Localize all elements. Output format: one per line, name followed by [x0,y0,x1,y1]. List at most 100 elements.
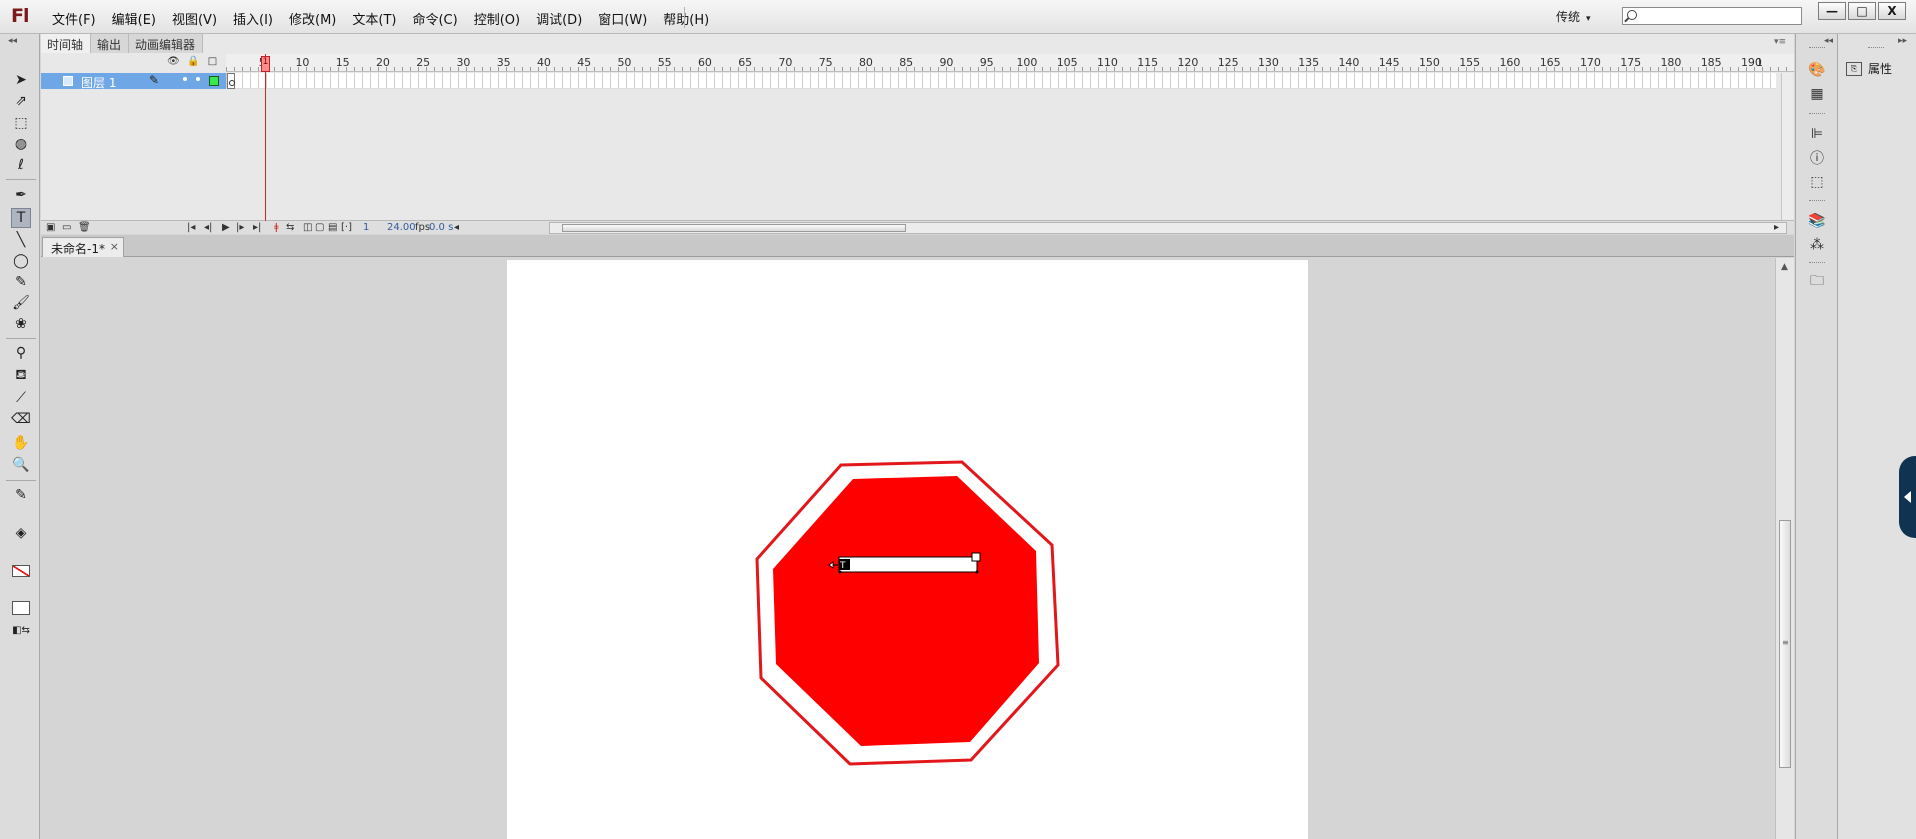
fill-color-icon[interactable]: ◈ [11,523,31,543]
timeline-horizontal-scrollbar[interactable] [549,222,1787,234]
swatches-panel-icon[interactable]: ▦ [1807,84,1827,104]
loop-icon[interactable]: ⇆ [286,221,294,234]
menu-item[interactable]: 插入(I) [225,9,281,28]
search-input[interactable] [1643,8,1793,24]
free-transform-icon[interactable]: ⬚ [11,113,31,133]
next-frame-icon[interactable]: |▸ [236,221,244,234]
edit-multiple-frames-icon[interactable]: ▤ [328,221,337,234]
document-tab[interactable]: 未命名-1* × [42,237,124,257]
selection-arrow-icon[interactable]: ➤ [11,70,31,90]
stop-sign-fill[interactable] [773,476,1039,746]
menu-item[interactable]: 视图(V) [164,9,225,28]
oval-tool-icon[interactable]: ◯ [11,251,31,271]
text-tool-icon[interactable]: T [11,208,31,228]
onion-skin-icon[interactable]: ◫ [303,221,312,234]
tab-motion-editor[interactable]: 动画编辑器 [129,34,204,53]
text-field-box[interactable] [838,556,978,573]
minimize-button[interactable]: — [1818,2,1846,20]
align-panel-icon[interactable]: ⊫ [1807,124,1827,144]
pen-icon[interactable]: ✒ [11,185,31,205]
menu-item[interactable]: 控制(O) [466,9,528,28]
scrollbar-thumb[interactable] [562,224,906,232]
properties-tab[interactable]: ⎘ 属性 [1846,60,1892,77]
outline-icon[interactable]: □ [207,56,218,67]
panel-grip[interactable] [1809,47,1825,49]
stage-vertical-scrollbar[interactable]: ▲ ≡ [1775,258,1794,839]
color-panel-icon[interactable]: 🎨 [1807,60,1827,80]
panel-grip[interactable] [1809,200,1825,202]
stroke-color-icon[interactable]: ✎ [11,485,31,505]
fill-color-swatch[interactable] [12,601,30,615]
text-field-resize-handle[interactable] [971,552,981,562]
eyedropper-icon[interactable]: ⟋ [11,388,31,408]
play-icon[interactable]: ▶ [222,221,230,234]
onion-markers-icon[interactable]: [·] [341,221,352,234]
new-folder-icon[interactable]: ▭ [62,221,71,234]
frame-ruler[interactable]: 1510152025303540455055606570758085909510… [226,54,1794,72]
stroke-color-swatch[interactable] [12,565,30,577]
paint-bucket-icon[interactable]: ⛾ [11,366,31,386]
new-layer-icon[interactable]: ▣ [46,221,55,234]
panel-grip[interactable] [1809,262,1825,264]
layer-row[interactable]: 图层 1 ✎ [41,73,226,90]
scroll-left-icon[interactable]: ◂ [454,221,459,234]
workspace-switcher[interactable]: 传统 ▾ [1556,8,1591,25]
outline-color-icon[interactable] [209,76,219,86]
collapse-icon[interactable]: ◂◂ [1824,36,1833,46]
menu-item[interactable]: 帮助(H) [655,9,717,28]
deco-tool-icon[interactable]: ❀ [11,314,31,334]
library-panel-icon[interactable]: 📚 [1807,211,1827,231]
transform-panel-icon[interactable]: ⬚ [1807,172,1827,192]
lasso-icon[interactable]: ℓ [11,155,31,175]
eye-icon[interactable]: 👁 [167,56,180,67]
bone-tool-icon[interactable]: ⚲ [11,343,31,363]
tab-output[interactable]: 输出 [91,34,130,53]
panel-grip[interactable] [1809,113,1825,115]
side-expand-tab[interactable] [1899,456,1916,538]
scroll-up-icon[interactable]: ▲ [1781,262,1788,272]
3d-rotation-icon[interactable]: ◍ [11,134,31,154]
collapse-icon[interactable]: ▸▸ [1898,36,1907,46]
maximize-button[interactable]: □ [1848,2,1876,20]
scroll-right-icon[interactable]: ▸ [1774,221,1779,234]
current-frame[interactable]: 1 [363,221,369,234]
prev-frame-icon[interactable]: ◂| [204,221,212,234]
stage-pasteboard[interactable]: T [41,258,1775,839]
close-button[interactable]: X [1878,2,1906,20]
help-search-box[interactable] [1622,7,1802,25]
hand-tool-icon[interactable]: ✋ [11,433,31,453]
eraser-icon[interactable]: ⌫ [11,409,31,429]
line-tool-icon[interactable]: ╲ [11,230,31,250]
menu-item[interactable]: 命令(C) [404,9,465,28]
menu-item[interactable]: 调试(D) [528,9,590,28]
info-panel-icon[interactable]: ⓘ [1807,148,1827,168]
stage-canvas[interactable]: T [507,260,1308,839]
collapse-icon[interactable]: ◂◂ [8,36,17,46]
menu-item[interactable]: 窗口(W) [590,9,655,28]
motion-presets-icon[interactable]: 🗀 [1807,272,1827,292]
zoom-tool-icon[interactable]: 🔍 [11,455,31,475]
frame-grid[interactable] [226,73,1776,89]
menu-item[interactable]: 文件(F) [44,9,104,28]
panel-grip[interactable] [1868,47,1884,49]
swap-colors-icon[interactable]: ◧⇆ [11,620,31,640]
subselection-arrow-icon[interactable]: ⇗ [11,91,31,111]
center-frame-icon[interactable]: ǂ [274,221,279,234]
first-frame-icon[interactable]: |◂ [187,221,195,234]
text-field-handle[interactable] [975,570,979,574]
pencil-tool-icon[interactable]: ✎ [11,272,31,292]
close-icon[interactable]: × [110,240,119,253]
tab-timeline[interactable]: 时间轴 [41,34,92,53]
keyframe[interactable] [227,73,235,89]
timeline-vertical-scrollbar[interactable] [1781,73,1793,220]
frame-rate[interactable]: 24.00 [387,221,416,234]
menu-item[interactable]: 编辑(E) [104,9,164,28]
lock-dot[interactable] [196,77,200,81]
brush-tool-icon[interactable]: 🖌 [11,293,31,313]
lock-icon[interactable]: 🔒 [187,56,199,67]
components-panel-icon[interactable]: ⁂ [1807,235,1827,255]
delete-layer-icon[interactable]: 🗑 [78,221,91,234]
last-frame-icon[interactable]: ▸| [253,221,261,234]
menu-item[interactable]: 修改(M) [281,9,344,28]
playhead[interactable]: 1 [261,56,270,72]
